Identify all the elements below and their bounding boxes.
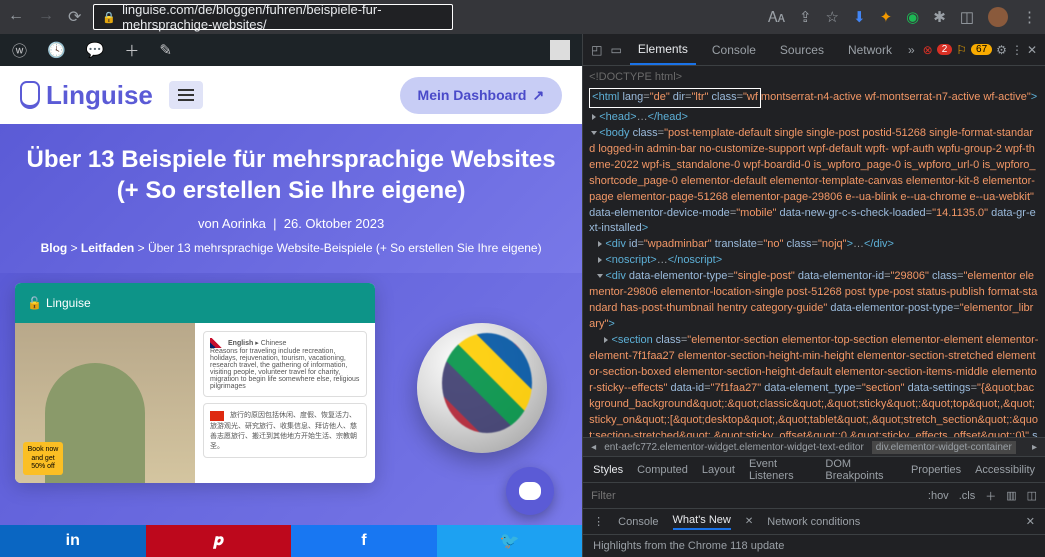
- wp-add-icon[interactable]: ＋: [124, 40, 139, 61]
- translate-icon[interactable]: 🗛: [768, 9, 785, 26]
- share-pinterest[interactable]: 𝒑: [146, 525, 292, 557]
- site-logo[interactable]: Linguise: [20, 80, 153, 111]
- crumb-current: Über 13 mehrsprachige Website-Beispiele …: [148, 241, 542, 255]
- lock-icon: 🔒: [102, 11, 116, 24]
- ext2-icon[interactable]: ✦: [880, 8, 893, 26]
- dt-menu-icon[interactable]: ⋮: [1011, 43, 1023, 57]
- stab-styles[interactable]: Styles: [593, 464, 623, 476]
- tab-sources[interactable]: Sources: [772, 34, 832, 65]
- ext1-icon[interactable]: ⬇: [853, 8, 866, 26]
- share-icon[interactable]: ⇪: [799, 8, 812, 26]
- drawer-menu-icon[interactable]: ⋮: [593, 515, 604, 528]
- crumb-blog[interactable]: Blog: [41, 241, 68, 255]
- hero-mockup: 🔓 Linguise Book now and get 50% off Engl…: [15, 283, 375, 483]
- hamburger-menu[interactable]: [169, 81, 203, 109]
- wp-edit-icon[interactable]: ✎: [159, 41, 172, 59]
- panel-icon[interactable]: ◫: [960, 8, 974, 26]
- tab-console[interactable]: Console: [704, 34, 764, 65]
- breadcrumb: Blog > Leitfaden > Über 13 mehrsprachige…: [25, 241, 557, 255]
- cls-toggle[interactable]: .cls: [959, 490, 976, 502]
- dom-crumb-1[interactable]: ent-aefc772.elementor-widget.elementor-w…: [604, 442, 864, 453]
- error-count[interactable]: 2: [937, 44, 953, 55]
- wp-logo-icon[interactable]: ⓦ: [12, 40, 27, 61]
- dom-crumb-2[interactable]: div.elementor-widget-container: [872, 441, 1016, 454]
- warning-count[interactable]: 67: [971, 44, 992, 55]
- computed-toggle-icon[interactable]: ◫: [1027, 489, 1037, 502]
- url-text: linguise.com/de/bloggen/fuhren/beispiele…: [122, 2, 444, 32]
- promo-badge: Book now and get 50% off: [23, 442, 63, 475]
- panel-layout-icon[interactable]: ▥: [1006, 489, 1016, 502]
- settings-icon[interactable]: ⚙: [996, 43, 1007, 57]
- elements-panel[interactable]: <!DOCTYPE html> <html lang="de" dir="ltr…: [583, 66, 1045, 437]
- extensions-icon[interactable]: ✱: [933, 8, 946, 26]
- date: 26. Oktober 2023: [284, 216, 384, 231]
- stab-dom-bp[interactable]: DOM Breakpoints: [825, 458, 897, 482]
- wp-dashboard-icon[interactable]: 🕓: [47, 41, 66, 59]
- url-bar[interactable]: 🔒 linguise.com/de/bloggen/fuhren/beispie…: [93, 4, 453, 30]
- tab-elements[interactable]: Elements: [630, 34, 696, 65]
- logo-icon: [20, 81, 40, 109]
- inspect-icon[interactable]: ◰: [591, 43, 602, 57]
- external-link-icon: ↗: [532, 87, 544, 104]
- ctab-whatsnew[interactable]: What's New: [673, 514, 731, 530]
- crumb-guide[interactable]: Leitfaden: [81, 241, 134, 255]
- share-facebook[interactable]: f: [291, 525, 437, 557]
- share-twitter[interactable]: 🐦: [437, 525, 583, 557]
- crumb-scroll-left[interactable]: ◂: [591, 442, 596, 453]
- dashboard-button[interactable]: Mein Dashboard ↗: [400, 77, 563, 114]
- page-title: Über 13 Beispiele für mehrsprachige Webs…: [25, 144, 557, 206]
- author: von Aorinka: [198, 216, 266, 231]
- add-rule-icon[interactable]: ＋: [985, 488, 996, 504]
- ext3-icon[interactable]: ◉: [906, 8, 919, 26]
- ctab-console[interactable]: Console: [618, 516, 658, 528]
- star-icon[interactable]: ☆: [826, 8, 839, 26]
- stab-props[interactable]: Properties: [911, 464, 961, 476]
- crumb-scroll-right[interactable]: ▸: [1032, 442, 1037, 453]
- more-tabs-icon[interactable]: »: [908, 43, 915, 57]
- close-whatsnew-icon[interactable]: ✕: [745, 516, 753, 527]
- nav-reload-icon[interactable]: ⟳: [68, 7, 81, 27]
- stab-computed[interactable]: Computed: [637, 464, 688, 476]
- nav-forward-icon[interactable]: →: [38, 7, 54, 27]
- globe-graphic: [417, 323, 547, 453]
- stab-listeners[interactable]: Event Listeners: [749, 458, 811, 482]
- close-devtools-icon[interactable]: ✕: [1027, 43, 1037, 57]
- styles-filter-input[interactable]: [591, 490, 871, 502]
- stab-layout[interactable]: Layout: [702, 464, 735, 476]
- ctab-network-cond[interactable]: Network conditions: [767, 516, 860, 528]
- dashboard-label: Mein Dashboard: [418, 87, 527, 103]
- stab-a11y[interactable]: Accessibility: [975, 464, 1035, 476]
- wp-admin-bar: ⓦ 🕓 💬 ＋ ✎: [0, 34, 582, 66]
- menu-icon[interactable]: ⋮: [1022, 8, 1037, 26]
- device-icon[interactable]: ▭: [611, 43, 622, 57]
- card-en-text: Reasons for traveling include recreation…: [210, 348, 359, 390]
- profile-avatar[interactable]: [988, 7, 1008, 27]
- wp-comments-icon[interactable]: 💬: [86, 41, 105, 59]
- hero-section: Über 13 Beispiele für mehrsprachige Webs…: [0, 124, 582, 273]
- tab-network[interactable]: Network: [840, 34, 900, 65]
- chat-widget[interactable]: [506, 467, 554, 515]
- hov-toggle[interactable]: :hov: [928, 490, 949, 502]
- mockup-logo: Linguise: [46, 296, 91, 310]
- card-cn-text: 旅行的原因包括休闲、度假、恢复活力、旅游观光、研究旅行、收集信息、拜访他人、慈善…: [210, 412, 357, 449]
- nav-back-icon[interactable]: ←: [8, 7, 24, 27]
- share-linkedin[interactable]: in: [0, 525, 146, 557]
- logo-text: Linguise: [46, 80, 153, 111]
- whatsnew-headline: Highlights from the Chrome 118 update: [593, 540, 784, 552]
- close-drawer-icon[interactable]: ✕: [1026, 515, 1035, 528]
- wp-user-avatar[interactable]: [550, 40, 570, 60]
